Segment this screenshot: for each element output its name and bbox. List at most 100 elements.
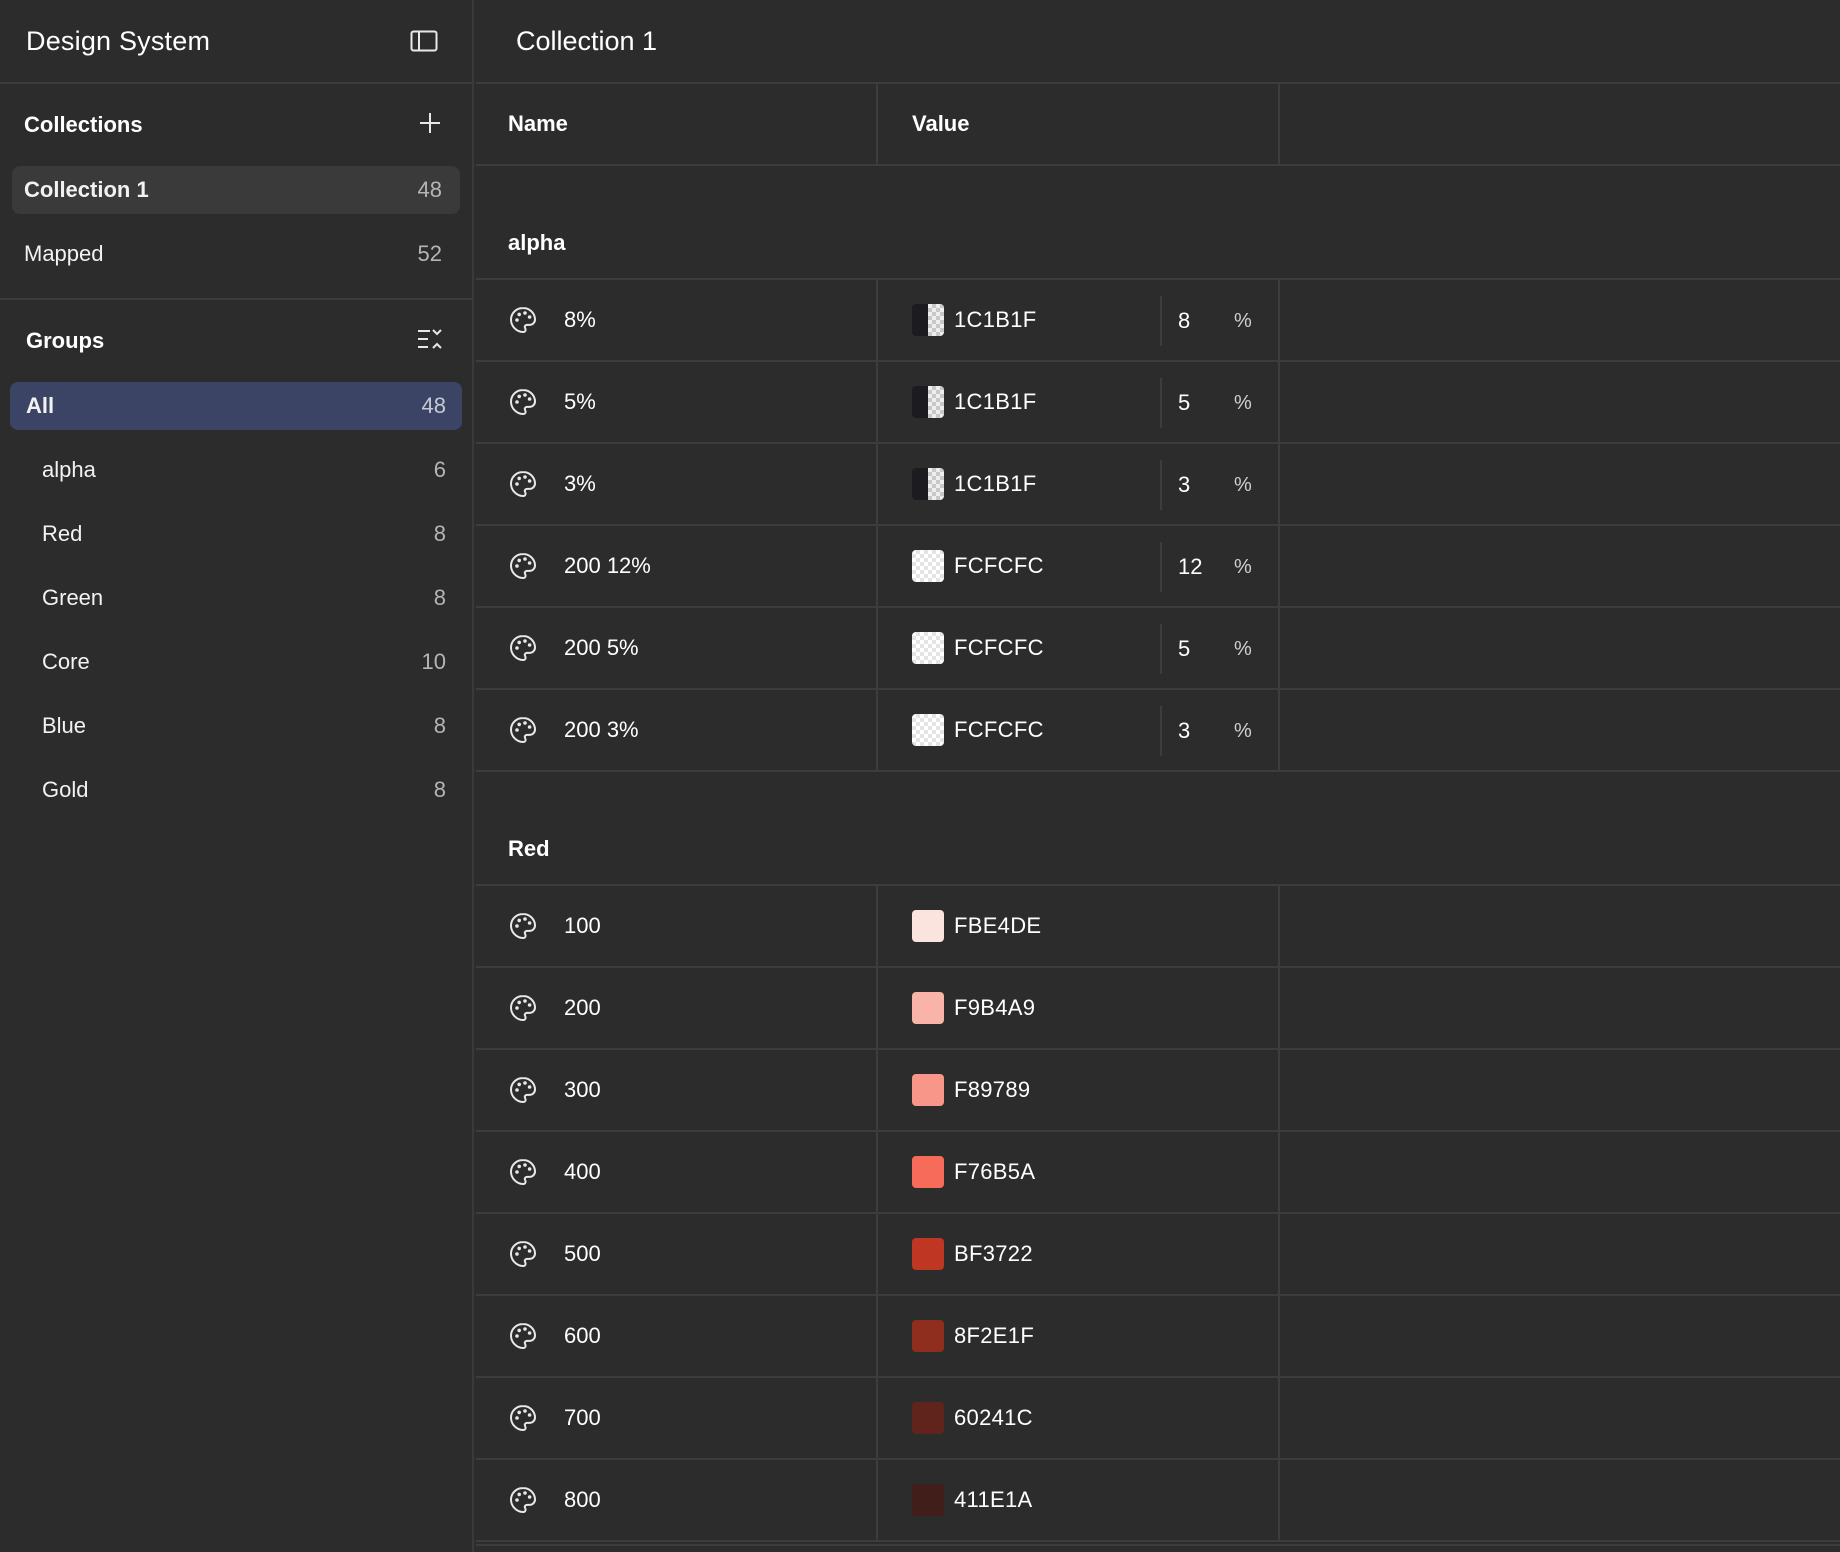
alpha-value: 3 — [1178, 472, 1191, 497]
table-row[interactable]: 200 5% FCFCFC 5% — [476, 608, 1840, 690]
group-item-all[interactable]: All 48 — [10, 382, 462, 430]
table-row[interactable]: 600 8F2E1F — [476, 1296, 1840, 1378]
alpha-input[interactable]: 12% — [1160, 542, 1278, 592]
group-count: 8 — [433, 777, 446, 802]
variable-name: 800 — [564, 1487, 601, 1512]
variable-value-cell[interactable]: F76B5A — [878, 1132, 1280, 1212]
hex-value: 1C1B1F — [954, 471, 1037, 496]
variable-value-cell[interactable]: FCFCFC 5% — [878, 608, 1280, 688]
group-item-red[interactable]: Red 8 — [10, 510, 462, 558]
color-swatch[interactable] — [912, 1402, 944, 1434]
table-row[interactable]: 800 411E1A — [476, 1460, 1840, 1542]
group-item-alpha[interactable]: alpha 6 — [10, 446, 462, 494]
table-row[interactable]: 500 BF3722 — [476, 1214, 1840, 1296]
table-row[interactable]: 200 12% FCFCFC 12% — [476, 526, 1840, 608]
palette-icon — [510, 1323, 536, 1349]
color-swatch[interactable] — [912, 468, 944, 500]
add-collection-button[interactable] — [418, 111, 442, 140]
color-swatch[interactable] — [912, 910, 944, 942]
color-swatch[interactable] — [912, 304, 944, 336]
table-row[interactable]: 3% 1C1B1F 3% — [476, 444, 1840, 526]
alpha-input[interactable]: 3% — [1160, 460, 1278, 510]
group-count: 6 — [433, 457, 446, 482]
row-spacer — [1280, 968, 1840, 1048]
variable-name-cell[interactable]: 500 — [476, 1214, 878, 1294]
table-row[interactable]: 100 FBE4DE — [476, 886, 1840, 968]
color-swatch[interactable] — [912, 992, 944, 1024]
table-row[interactable]: 200 3% FCFCFC 3% — [476, 690, 1840, 772]
variable-name-cell[interactable]: 200 12% — [476, 526, 878, 606]
table-row[interactable]: 5% 1C1B1F 5% — [476, 362, 1840, 444]
group-item-gold[interactable]: Gold 8 — [10, 766, 462, 814]
alpha-input[interactable]: 8% — [1160, 296, 1278, 346]
group-item-core[interactable]: Core 10 — [10, 638, 462, 686]
variable-name-cell[interactable]: 3% — [476, 444, 878, 524]
color-swatch[interactable] — [912, 550, 944, 582]
variable-value-cell[interactable]: FBE4DE — [878, 886, 1280, 966]
variable-value-cell[interactable]: BF3722 — [878, 1214, 1280, 1294]
variable-value-cell[interactable]: 1C1B1F 8% — [878, 280, 1280, 360]
variable-value-cell[interactable]: FCFCFC 3% — [878, 690, 1280, 770]
variable-name-cell[interactable]: 200 3% — [476, 690, 878, 770]
table-row[interactable]: 200 F9B4A9 — [476, 968, 1840, 1050]
table-row[interactable]: 8% 1C1B1F 8% — [476, 280, 1840, 362]
alpha-input[interactable]: 5% — [1160, 378, 1278, 428]
variable-name-cell[interactable]: 600 — [476, 1296, 878, 1376]
color-swatch[interactable] — [912, 1156, 944, 1188]
variables-table: Name Value alpha 8% 1C1B1F 8% 5% 1C1B1F … — [476, 84, 1840, 1542]
color-swatch[interactable] — [912, 1238, 944, 1270]
variable-value-cell[interactable]: F9B4A9 — [878, 968, 1280, 1048]
variable-value-cell[interactable]: 60241C — [878, 1378, 1280, 1458]
variable-name: 100 — [564, 913, 601, 938]
variable-value-cell[interactable]: FCFCFC 12% — [878, 526, 1280, 606]
variable-name-cell[interactable]: 5% — [476, 362, 878, 442]
alpha-input[interactable]: 5% — [1160, 624, 1278, 674]
variable-name-cell[interactable]: 100 — [476, 886, 878, 966]
variable-name-cell[interactable]: 300 — [476, 1050, 878, 1130]
table-row[interactable]: 400 F76B5A — [476, 1132, 1840, 1214]
variable-value-cell[interactable]: 1C1B1F 5% — [878, 362, 1280, 442]
color-swatch[interactable] — [912, 1320, 944, 1352]
table-row[interactable]: 300 F89789 — [476, 1050, 1840, 1132]
variable-name-cell[interactable]: 200 — [476, 968, 878, 1048]
group-item-green[interactable]: Green 8 — [10, 574, 462, 622]
column-header-name[interactable]: Name — [476, 84, 878, 164]
row-spacer — [1280, 362, 1840, 442]
alpha-input[interactable]: 3% — [1160, 706, 1278, 756]
row-spacer — [1280, 1050, 1840, 1130]
variable-value-cell[interactable]: 8F2E1F — [878, 1296, 1280, 1376]
toggle-sidebar-button[interactable] — [410, 30, 438, 52]
column-header-spacer — [1280, 84, 1840, 164]
color-swatch[interactable] — [912, 1484, 944, 1516]
variable-value-cell[interactable]: 411E1A — [878, 1460, 1280, 1540]
group-header-row: Red — [476, 772, 1840, 886]
collapse-groups-button[interactable] — [416, 327, 444, 356]
variable-value-cell[interactable]: 1C1B1F 3% — [878, 444, 1280, 524]
group-item-blue[interactable]: Blue 8 — [10, 702, 462, 750]
variable-name: 700 — [564, 1405, 601, 1430]
variable-name-cell[interactable]: 700 — [476, 1378, 878, 1458]
table-row[interactable]: 700 60241C — [476, 1378, 1840, 1460]
variable-name-cell[interactable]: 200 5% — [476, 608, 878, 688]
color-swatch[interactable] — [912, 1074, 944, 1106]
hex-value: F9B4A9 — [954, 995, 1036, 1020]
variable-name-cell[interactable]: 800 — [476, 1460, 878, 1540]
group-label: Core — [42, 649, 90, 674]
collection-item-mapped[interactable]: Mapped 52 — [12, 230, 460, 278]
collection-item-collection-1[interactable]: Collection 1 48 — [12, 166, 460, 214]
variable-name-cell[interactable]: 400 — [476, 1132, 878, 1212]
palette-icon — [510, 635, 536, 661]
variable-name-cell[interactable]: 8% — [476, 280, 878, 360]
collections-section: Collections Collection 1 48 Mapped 52 — [0, 84, 472, 300]
variable-name: 200 5% — [564, 635, 639, 660]
color-swatch[interactable] — [912, 714, 944, 746]
palette-icon — [510, 1487, 536, 1513]
group-count: 8 — [433, 713, 446, 738]
group-header-row: alpha — [476, 166, 1840, 280]
hex-value: FCFCFC — [954, 553, 1044, 578]
variable-value-cell[interactable]: F89789 — [878, 1050, 1280, 1130]
collection-count: 52 — [417, 241, 442, 266]
column-header-value[interactable]: Value — [878, 84, 1280, 164]
color-swatch[interactable] — [912, 386, 944, 418]
color-swatch[interactable] — [912, 632, 944, 664]
